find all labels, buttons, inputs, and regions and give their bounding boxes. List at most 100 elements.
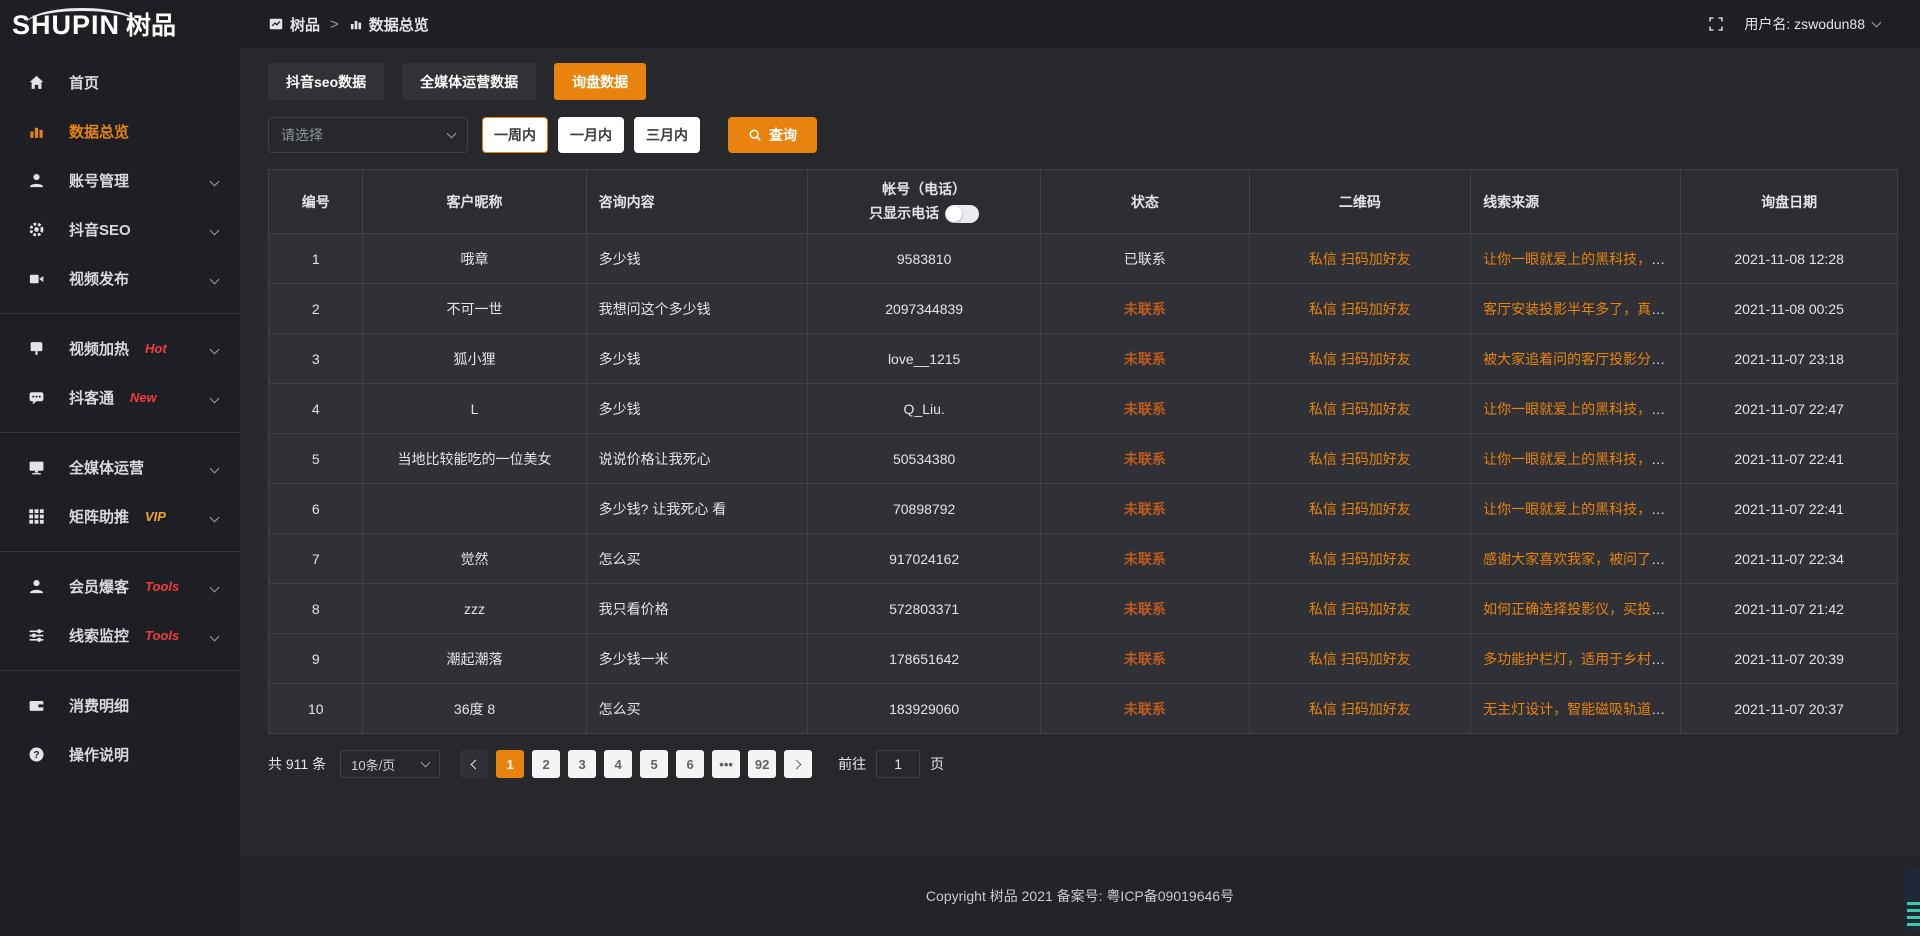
qr-add-friend-link[interactable]: 私信 扫码加好友 [1309,651,1411,667]
sidebar-item-label: 矩阵助推 [69,506,129,527]
sidebar-item-douyin-seo[interactable]: 抖音SEO [0,205,240,254]
sidebar-item-video-heat[interactable]: 视频加热 Hot [0,324,240,373]
qr-add-friend-link[interactable]: 私信 扫码加好友 [1309,701,1411,717]
chevron-down-icon [211,578,218,595]
sidebar-item-label: 线索监控 [69,625,129,646]
sidebar-item-matrix-boost[interactable]: 矩阵助推 VIP [0,492,240,541]
source-link[interactable]: 客厅安装投影半年多了，真实... [1483,301,1677,317]
next-page-button[interactable] [784,750,812,778]
header-qrcode: 二维码 [1249,170,1471,234]
sidebar-menu: 首页 数据总览 账号管理 抖音SEO 视频发布 视频加热 Hot 抖客通 New [0,58,240,779]
header-account: 帐号（电话） 只显示电话 [808,170,1041,234]
source-link[interactable]: 让你一眼就爱上的黑科技，能... [1483,251,1677,267]
cell-status: 未联系 [1041,434,1250,484]
cell-no: 7 [269,534,363,584]
sidebar-item-home[interactable]: 首页 [0,58,240,107]
user-menu[interactable]: 用户名: zswodun88 [1744,14,1880,34]
phone-only-toggle[interactable] [945,205,979,223]
table-header-row: 编号 客户昵称 咨询内容 帐号（电话） 只显示电话 状态 二维码 线索来源 [269,170,1898,234]
page-ellipsis[interactable]: ••• [712,750,740,778]
period-button-0[interactable]: 一周内 [482,117,548,153]
chevron-right-icon [792,759,802,769]
qr-add-friend-link[interactable]: 私信 扫码加好友 [1309,301,1411,317]
cell-content: 怎么买 [586,534,808,584]
qr-add-friend-link[interactable]: 私信 扫码加好友 [1309,251,1411,267]
tab-media-op-data[interactable]: 全媒体运营数据 [402,63,536,100]
sidebar-item-badge: Tools [145,579,179,594]
sidebar-item-data-overview[interactable]: 数据总览 [0,107,240,156]
sidebar-item-badge: New [130,390,157,405]
header-source: 线索来源 [1471,170,1681,234]
status-badge: 未联系 [1124,401,1166,417]
page-size-select[interactable]: 10条/页 [340,750,440,778]
period-button-2[interactable]: 三月内 [634,117,700,153]
source-link[interactable]: 被大家追着问的客厅投影分享... [1483,351,1677,367]
sidebar-item-consume-detail[interactable]: 消费明细 [0,681,240,730]
jump-page-input[interactable] [876,750,920,778]
sidebar-item-label: 全媒体运营 [69,457,144,478]
header-date: 询盘日期 [1681,170,1898,234]
username-label: 用户名: zswodun88 [1744,14,1865,34]
breadcrumb-current[interactable]: 数据总览 [349,14,429,35]
breadcrumb-separator: > [330,16,339,33]
sidebar-item-operation-guide[interactable]: 操作说明 [0,730,240,779]
sidebar-item-account-manage[interactable]: 账号管理 [0,156,240,205]
tab-inquiry-data[interactable]: 询盘数据 [554,63,646,100]
tab-douyin-seo-data[interactable]: 抖音seo数据 [268,63,384,100]
breadcrumb-root[interactable]: 树品 [268,14,320,35]
breadcrumb: 树品 > 数据总览 [268,14,429,35]
sidebar-item-media-operation[interactable]: 全媒体运营 [0,443,240,492]
cell-no: 5 [269,434,363,484]
source-link[interactable]: 让你一眼就爱上的黑科技，能... [1483,451,1677,467]
sliders-icon [28,627,45,644]
sidebar-item-member-baoke[interactable]: 会员爆客 Tools [0,562,240,611]
filter-select-value: 请选择 [281,125,323,145]
app-icon [268,16,284,32]
query-button[interactable]: 查询 [728,117,817,153]
cell-date: 2021-11-07 20:39 [1681,634,1898,684]
page-button-92[interactable]: 92 [748,750,776,778]
source-link[interactable]: 无主灯设计，智能磁吸轨道灯... [1483,701,1677,717]
qr-add-friend-link[interactable]: 私信 扫码加好友 [1309,351,1411,367]
chevron-down-icon [211,627,218,644]
sidebar-item-video-publish[interactable]: 视频发布 [0,254,240,303]
qr-add-friend-link[interactable]: 私信 扫码加好友 [1309,401,1411,417]
qr-add-friend-link[interactable]: 私信 扫码加好友 [1309,501,1411,517]
page-button-1[interactable]: 1 [496,750,524,778]
fullscreen-icon[interactable] [1708,16,1724,32]
page-button-4[interactable]: 4 [604,750,632,778]
source-link[interactable]: 如何正确选择投影仪，买投影... [1483,601,1677,617]
status-badge: 未联系 [1124,601,1166,617]
qr-add-friend-link[interactable]: 私信 扫码加好友 [1309,601,1411,617]
header-account-label: 帐号（电话） [820,178,1028,202]
jump-prefix-label: 前往 [838,754,866,774]
sidebar-item-label: 会员爆客 [69,576,129,597]
period-button-1[interactable]: 一月内 [558,117,624,153]
qr-add-friend-link[interactable]: 私信 扫码加好友 [1309,551,1411,567]
filter-select[interactable]: 请选择 [268,117,468,153]
floating-widget[interactable] [1905,868,1920,932]
source-link[interactable]: 感谢大家喜欢我家，被问了好... [1483,551,1677,567]
source-link[interactable]: 让你一眼就爱上的黑科技，能... [1483,401,1677,417]
source-link[interactable]: 让你一眼就爱上的黑科技，能... [1483,501,1677,517]
page-button-2[interactable]: 2 [532,750,560,778]
cell-content: 我只看价格 [586,584,808,634]
period-buttons: 一周内一月内三月内 [468,117,700,153]
cell-date: 2021-11-07 21:42 [1681,584,1898,634]
sidebar-item-label: 操作说明 [69,744,129,765]
page-button-3[interactable]: 3 [568,750,596,778]
sidebar-item-label: 视频加热 [69,338,129,359]
page-button-5[interactable]: 5 [640,750,668,778]
cell-status: 未联系 [1041,584,1250,634]
qr-add-friend-link[interactable]: 私信 扫码加好友 [1309,451,1411,467]
sidebar-item-doukertong[interactable]: 抖客通 New [0,373,240,422]
sidebar-item-clue-monitor[interactable]: 线索监控 Tools [0,611,240,660]
prev-page-button[interactable] [460,750,488,778]
source-link[interactable]: 多功能护栏灯，适用于乡村文... [1483,651,1677,667]
page-jump: 前往 页 [838,750,944,778]
cell-qrcode: 私信 扫码加好友 [1249,334,1471,384]
user-icon [28,172,45,189]
cell-status: 未联系 [1041,634,1250,684]
page-button-6[interactable]: 6 [676,750,704,778]
chevron-down-icon [421,758,431,768]
